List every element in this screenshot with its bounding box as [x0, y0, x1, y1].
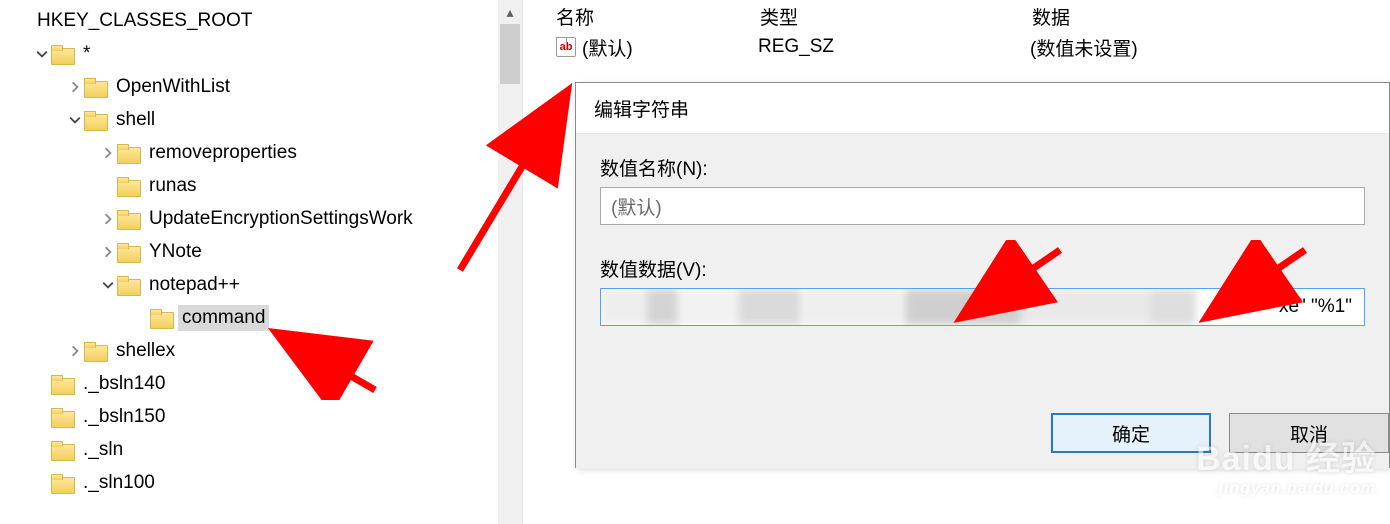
chevron-down-icon[interactable] [66, 111, 84, 129]
edit-string-dialog: 编辑字符串 数值名称(N): (默认) 数值数据(V): xe" "%1" 确定… [575, 82, 1390, 468]
col-data[interactable]: 数据 [1032, 3, 1390, 30]
tree-item-bsln150[interactable]: ._bsln150 [0, 400, 498, 433]
folder-icon [51, 474, 73, 492]
value-name-label: 数值名称(N): [600, 154, 1365, 181]
chevron-right-icon[interactable] [66, 342, 84, 360]
tree-item-command[interactable]: command [0, 301, 498, 334]
ok-button[interactable]: 确定 [1051, 413, 1211, 453]
tree-item-notepadpp[interactable]: notepad++ [0, 268, 498, 301]
chevron-right-icon[interactable] [99, 210, 117, 228]
chevron-right-icon[interactable] [66, 78, 84, 96]
tree-item-shell[interactable]: shell [0, 103, 498, 136]
tree-item-removeproperties[interactable]: removeproperties [0, 136, 498, 169]
chevron-right-icon[interactable] [99, 144, 117, 162]
folder-icon [117, 177, 139, 195]
string-value-icon: ab [556, 37, 576, 57]
value-name-field[interactable]: (默认) [600, 187, 1365, 225]
folder-icon [51, 408, 73, 426]
registry-tree[interactable]: HKEY_CLASSES_ROOT * OpenWithList shell r… [0, 0, 498, 524]
folder-icon [51, 45, 73, 63]
tree-item-star[interactable]: * [0, 37, 498, 70]
chevron-down-icon[interactable] [33, 45, 51, 63]
chevron-down-icon[interactable] [99, 276, 117, 294]
watermark: Baidu 经验 jingyan.baidu.com [1196, 431, 1376, 498]
redacted-content [601, 289, 1364, 325]
value-row-default[interactable]: ab (默认) REG_SZ (数值未设置) [550, 32, 1390, 62]
folder-icon [117, 210, 139, 228]
value-data-label: 数值数据(V): [600, 255, 1365, 282]
tree-item-ynote[interactable]: YNote [0, 235, 498, 268]
col-name[interactable]: 名称 [556, 3, 760, 30]
folder-icon [84, 111, 106, 129]
scroll-up-icon[interactable]: ▴ [498, 0, 522, 24]
tree-item-updateencryption[interactable]: UpdateEncryptionSettingsWork [0, 202, 498, 235]
tree-item-openwithlist[interactable]: OpenWithList [0, 70, 498, 103]
folder-icon [150, 309, 172, 327]
folder-icon [84, 342, 106, 360]
folder-icon [117, 144, 139, 162]
tree-item-shellex[interactable]: shellex [0, 334, 498, 367]
tree-item-bsln140[interactable]: ._bsln140 [0, 367, 498, 400]
folder-icon [51, 441, 73, 459]
tree-item-sln[interactable]: ._sln [0, 433, 498, 466]
tree-item-sln100[interactable]: ._sln100 [0, 466, 498, 499]
tree-item-runas[interactable]: runas [0, 169, 498, 202]
tree-label: HKEY_CLASSES_ROOT [33, 8, 256, 34]
dialog-title: 编辑字符串 [576, 83, 1389, 133]
chevron-right-icon[interactable] [99, 243, 117, 261]
folder-icon [117, 243, 139, 261]
tree-scrollbar[interactable]: ▴ [498, 0, 522, 524]
column-headers[interactable]: 名称 类型 数据 [550, 0, 1390, 32]
folder-icon [117, 276, 139, 294]
tree-root[interactable]: HKEY_CLASSES_ROOT [0, 4, 498, 37]
value-data-field[interactable]: xe" "%1" [600, 288, 1365, 326]
col-type[interactable]: 类型 [760, 3, 1032, 30]
panel-divider[interactable] [522, 0, 550, 524]
scroll-thumb[interactable] [500, 24, 520, 84]
folder-icon [84, 78, 106, 96]
folder-icon [51, 375, 73, 393]
